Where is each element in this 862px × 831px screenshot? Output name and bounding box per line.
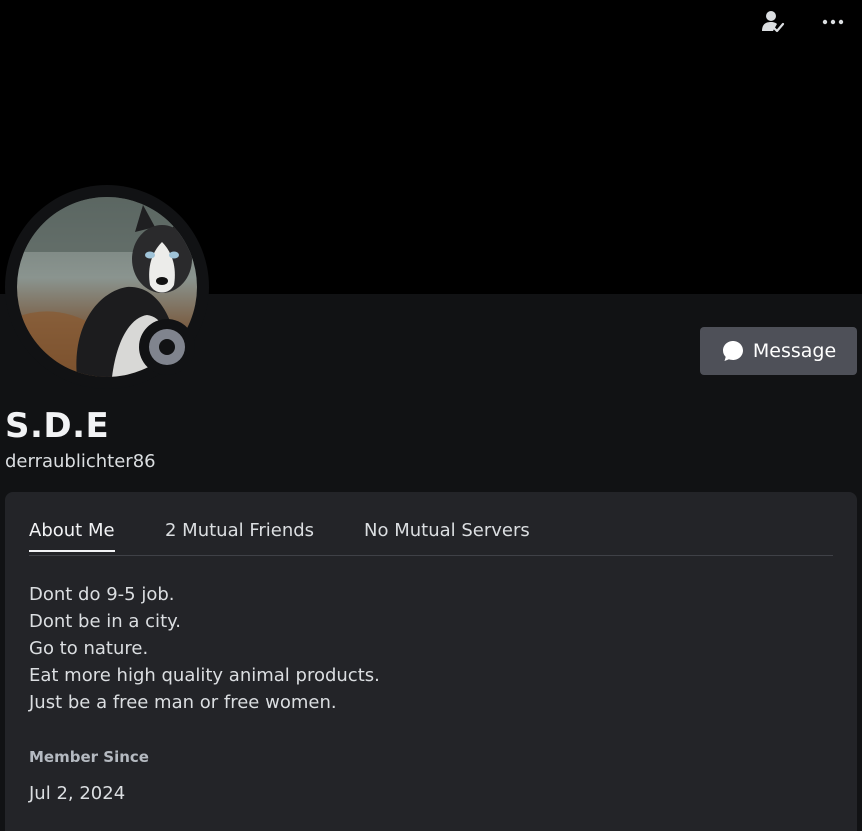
member-since-heading: Member Since [29, 748, 149, 766]
tab-mutual-servers[interactable]: No Mutual Servers [364, 520, 530, 550]
bio-line: Dont do 9-5 job. [29, 584, 175, 605]
profile-tabs: About Me 2 Mutual Friends No Mutual Serv… [29, 512, 833, 556]
tab-mutual-friends[interactable]: 2 Mutual Friends [165, 520, 314, 550]
chat-bubble-icon [722, 341, 743, 361]
bio-line: Go to nature. [29, 638, 149, 659]
bio-line: Eat more high quality animal products. [29, 665, 380, 686]
offline-status-icon [149, 329, 185, 365]
display-name: S.D.E [5, 406, 110, 446]
message-button-label: Message [752, 340, 837, 362]
username: derraublichter86 [5, 451, 156, 472]
more-options-icon[interactable] [819, 8, 847, 36]
status-indicator [139, 319, 195, 375]
add-friend-icon[interactable] [759, 8, 787, 36]
bio-line: Dont be in a city. [29, 611, 181, 632]
member-since-date: Jul 2, 2024 [29, 783, 126, 804]
tab-about-me[interactable]: About Me [29, 520, 115, 552]
bio-line: Just be a free man or free women. [29, 692, 337, 713]
bio-text: Dont do 9-5 job. Dont be in a city. Go t… [29, 581, 380, 716]
message-button[interactable]: Message [700, 327, 857, 375]
profile-details-card: About Me 2 Mutual Friends No Mutual Serv… [5, 492, 857, 831]
